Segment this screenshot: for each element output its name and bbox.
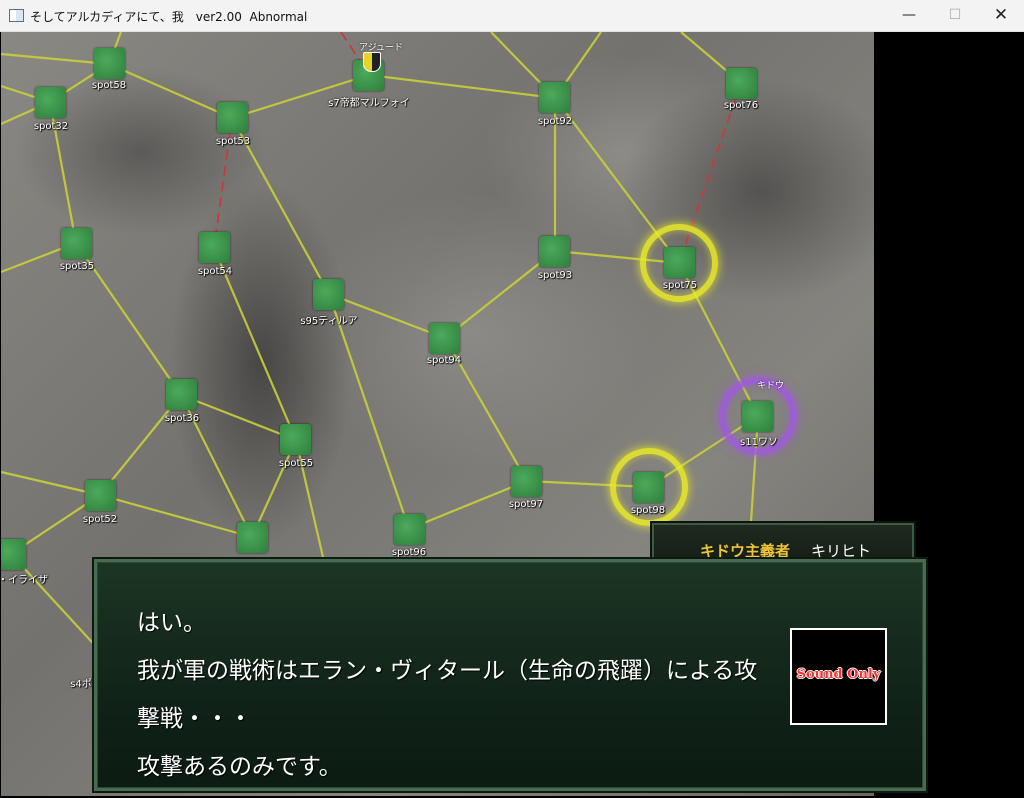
unit-label-s11: キドウ (757, 381, 785, 391)
dialog-window[interactable]: はい。 我が軍の戦術はエラン・ヴィタール（生命の飛躍）による攻 撃戦・・・ 攻撃… (94, 559, 926, 791)
map-node-spot52[interactable] (85, 480, 116, 511)
map-label-spot98: spot98 (630, 505, 666, 516)
map-node-spot75[interactable] (664, 247, 695, 278)
map-label-spot96: spot96 (391, 547, 427, 558)
map-node-spot53[interactable] (217, 102, 248, 133)
map-node-unlabeled[interactable] (237, 522, 268, 553)
map-label-spot75: spot75 (662, 280, 698, 291)
map-node-s11[interactable] (742, 401, 773, 432)
map-label-spot35: spot35 (59, 261, 95, 272)
speaker-name: キリヒト (811, 542, 872, 560)
game-screen[interactable]: spot58 spot32 アジュード s7帝都マルフォイ spot53 spo… (1, 32, 1023, 796)
map-label-spot76: spot76 (723, 100, 759, 111)
close-button[interactable]: ✕ (978, 0, 1024, 31)
map-node-spot96[interactable] (394, 514, 425, 545)
unit-label-s7: アジュード (359, 43, 404, 53)
map-node-spot93[interactable] (539, 236, 570, 267)
dialog-line-3: 撃戦・・・ (137, 706, 252, 732)
map-label-iraiza: ・イライザ (1, 575, 48, 586)
map-label-spot36: spot36 (164, 413, 200, 424)
map-node-s95[interactable] (313, 279, 344, 310)
map-label-spot32: spot32 (33, 121, 69, 132)
shield-icon (363, 52, 381, 72)
map-node-spot32[interactable] (35, 87, 66, 118)
dialog-line-1: はい。 (137, 610, 206, 636)
map-label-spot58: spot58 (91, 80, 127, 91)
map-label-spot93: spot93 (537, 270, 573, 281)
portrait-sound-only-text: Sound Only (796, 667, 881, 682)
map-node-spot94[interactable] (429, 323, 460, 354)
map-node-spot97[interactable] (511, 466, 542, 497)
app-icon (9, 9, 24, 22)
dialog-line-2: 我が軍の戦術はエラン・ヴィタール（生命の飛躍）による攻 (137, 658, 758, 684)
map-node-spot35[interactable] (61, 228, 92, 259)
map-label-spot94: spot94 (426, 355, 462, 366)
map-node-spot36[interactable] (166, 379, 197, 410)
dialog-line-4: 攻撃あるのみです。 (137, 754, 342, 780)
map-node-spot98[interactable] (633, 472, 664, 503)
map-label-spot92: spot92 (537, 116, 573, 127)
map-label-s11: s11ワソ (740, 437, 778, 448)
map-node-spot76[interactable] (726, 68, 757, 99)
map-label-spot52: spot52 (82, 514, 118, 525)
maximize-button[interactable]: ☐ (932, 0, 978, 31)
map-label-spot53: spot53 (215, 136, 251, 147)
minimize-button[interactable]: — (886, 0, 932, 31)
map-node-iraiza[interactable] (1, 539, 26, 570)
map-label-s4: s4ポ (70, 679, 92, 690)
title-bar: そしてアルカディアにて、我 ver2.00 Abnormal — ☐ ✕ (0, 0, 1024, 32)
map-label-s7: s7帝都マルフォイ (328, 98, 410, 109)
map-label-spot97: spot97 (508, 499, 544, 510)
map-node-spot55[interactable] (280, 424, 311, 455)
map-label-s95: s95ティルア (300, 316, 358, 327)
map-node-spot92[interactable] (539, 82, 570, 113)
speaker-faction: キドウ主義者 (700, 542, 791, 560)
map-label-spot54: spot54 (197, 266, 233, 277)
map-node-spot58[interactable] (94, 48, 125, 79)
map-node-spot54[interactable] (199, 232, 230, 263)
window-title: そしてアルカディアにて、我 ver2.00 Abnormal (30, 10, 308, 24)
speaker-portrait: Sound Only (790, 628, 887, 725)
map-label-spot55: spot55 (278, 458, 314, 469)
